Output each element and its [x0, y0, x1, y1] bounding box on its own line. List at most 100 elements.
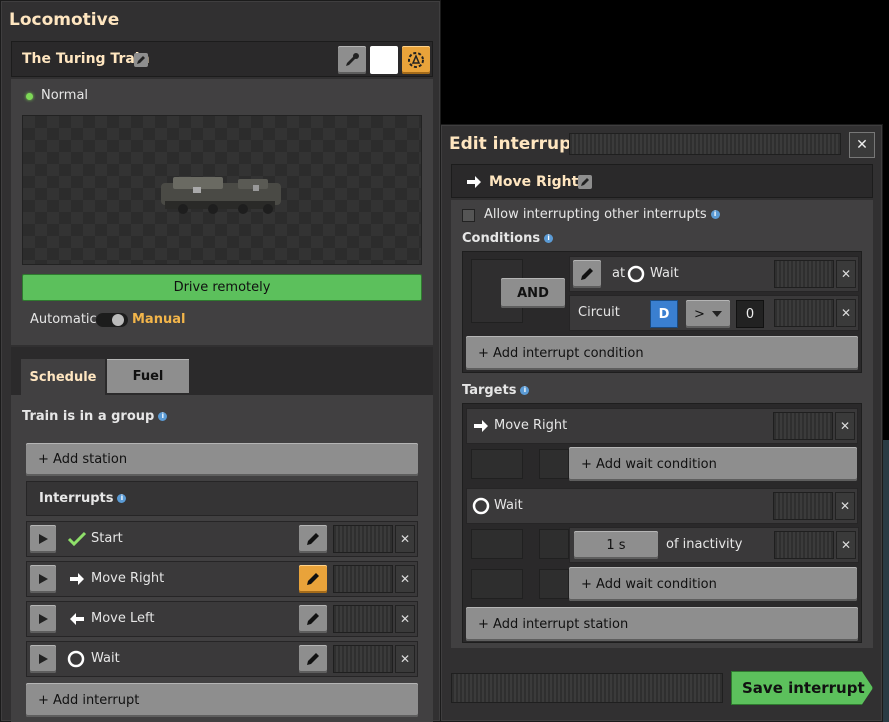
targets-label: Targets i — [462, 383, 530, 398]
save-interrupt-button[interactable]: Save interrupt — [731, 671, 873, 705]
title-drag-bar[interactable] — [569, 133, 841, 155]
interrupt-row-wait[interactable]: Wait ✕ — [26, 641, 418, 677]
interrupt-row-move-right[interactable]: Move Right ✕ — [26, 561, 418, 597]
close-icon: ✕ — [856, 137, 868, 153]
inactivity-label: of inactivity — [666, 537, 743, 552]
toggle-knob — [112, 314, 124, 326]
drag-handle[interactable] — [774, 299, 834, 327]
drive-remotely-button[interactable]: Drive remotely — [22, 274, 422, 301]
indent-slot — [539, 569, 569, 599]
delete-target-button[interactable]: ✕ — [835, 492, 855, 520]
add-station-button[interactable]: + Add station — [26, 443, 418, 476]
add-interrupt-station-button[interactable]: + Add interrupt station — [466, 607, 858, 641]
arrow-left-icon — [70, 613, 84, 625]
delete-condition-button[interactable]: ✕ — [836, 260, 856, 288]
target-label: Wait — [494, 498, 523, 513]
play-button[interactable] — [30, 565, 56, 593]
circle-icon — [472, 497, 490, 515]
inactivity-time-input[interactable]: 1 s — [574, 531, 658, 559]
indent-slot — [539, 529, 569, 559]
train-settings-button[interactable] — [402, 46, 430, 74]
info-icon: i — [520, 386, 530, 395]
drag-handle[interactable] — [333, 525, 393, 553]
interrupt-body: Allow interrupting other interrupts i Con… — [451, 200, 873, 648]
window-title: Locomotive — [9, 10, 120, 30]
target-row-move-right[interactable]: Move Right ✕ — [466, 408, 858, 444]
add-wait-condition-button[interactable]: + Add wait condition — [569, 567, 857, 601]
add-interrupt-condition-button[interactable]: + Add interrupt condition — [466, 336, 858, 370]
drag-handle[interactable] — [773, 412, 833, 440]
interrupt-name: Move Right — [489, 174, 579, 190]
drag-handle[interactable] — [774, 260, 834, 288]
edit-condition-button[interactable] — [573, 260, 601, 288]
target-row-wait[interactable]: Wait ✕ — [466, 488, 858, 524]
interrupt-label: Move Right — [91, 571, 165, 586]
tab-fuel[interactable]: Fuel — [107, 359, 189, 393]
comparator-dropdown[interactable]: > — [686, 300, 730, 328]
edit-button[interactable] — [299, 645, 327, 673]
edit-button[interactable] — [299, 605, 327, 633]
play-icon — [39, 574, 48, 584]
station-name: Wait — [650, 266, 679, 281]
interrupt-label: Move Left — [91, 611, 155, 626]
play-button[interactable] — [30, 645, 56, 673]
drag-handle[interactable] — [333, 605, 393, 633]
arrow-right-icon — [467, 176, 481, 188]
constant-input[interactable]: 0 — [736, 300, 764, 328]
background-strip — [883, 440, 889, 722]
rename-button[interactable] — [134, 53, 148, 67]
edit-interrupt-window: Edit interrupt ✕ Move Right Allow interr… — [440, 124, 883, 722]
edit-button[interactable] — [299, 565, 327, 593]
pencil-icon — [307, 613, 319, 625]
conditions-label: Conditions i — [462, 231, 554, 246]
mode-toggle[interactable] — [96, 313, 128, 327]
add-interrupt-button[interactable]: + Add interrupt — [26, 683, 418, 717]
color-swatch[interactable] — [370, 46, 398, 74]
allow-interrupting-label: Allow interrupting other interrupts i — [484, 207, 720, 222]
group-text: Train is in a group i — [22, 409, 168, 424]
interrupt-row-move-left[interactable]: Move Left ✕ — [26, 601, 418, 637]
edit-button[interactable] — [299, 525, 327, 553]
interrupt-label: Wait — [91, 651, 120, 666]
circuit-label: Circuit — [578, 305, 620, 320]
drag-handle[interactable] — [774, 531, 834, 559]
info-icon: i — [158, 412, 168, 421]
color-picker-button[interactable] — [338, 46, 366, 74]
play-button[interactable] — [30, 605, 56, 633]
conditions-box: AND at Wait ✕ Circuit D > 0 ✕ + Add inte… — [462, 251, 862, 373]
drag-handle[interactable] — [773, 492, 833, 520]
delete-condition-button[interactable]: ✕ — [836, 531, 856, 559]
indent-slot — [471, 529, 523, 559]
pencil-icon — [581, 178, 589, 186]
play-icon — [39, 654, 48, 664]
indent-slot — [471, 449, 523, 479]
drag-handle[interactable] — [333, 645, 393, 673]
delete-button[interactable]: ✕ — [395, 605, 415, 633]
status-text: Normal — [41, 88, 89, 103]
rename-button[interactable] — [578, 175, 592, 189]
footer-drag-bar[interactable] — [451, 673, 723, 703]
arrow-right-icon — [70, 573, 84, 585]
condition-row-circuit: Circuit D > 0 ✕ — [569, 295, 859, 331]
drag-handle[interactable] — [333, 565, 393, 593]
play-button[interactable] — [30, 525, 56, 553]
info-icon: i — [544, 234, 554, 243]
and-button[interactable]: AND — [501, 278, 565, 308]
close-button[interactable]: ✕ — [849, 132, 875, 158]
at-label: at — [612, 266, 626, 281]
add-wait-condition-button[interactable]: + Add wait condition — [569, 447, 857, 481]
delete-button[interactable]: ✕ — [395, 565, 415, 593]
delete-target-button[interactable]: ✕ — [835, 412, 855, 440]
allow-interrupting-checkbox[interactable] — [462, 209, 475, 222]
signal-button[interactable]: D — [650, 300, 678, 328]
interrupt-row-start[interactable]: Start ✕ — [26, 521, 418, 557]
delete-button[interactable]: ✕ — [395, 525, 415, 553]
tab-schedule[interactable]: Schedule — [21, 359, 105, 395]
delete-button[interactable]: ✕ — [395, 645, 415, 673]
interrupt-name-bar: Move Right — [451, 164, 873, 198]
interrupt-label: Start — [91, 531, 123, 546]
eyedropper-icon — [346, 53, 359, 66]
targets-box: Move Right ✕ + Add wait condition Wait ✕… — [462, 403, 862, 643]
pencil-icon — [307, 533, 319, 545]
delete-condition-button[interactable]: ✕ — [836, 299, 856, 327]
